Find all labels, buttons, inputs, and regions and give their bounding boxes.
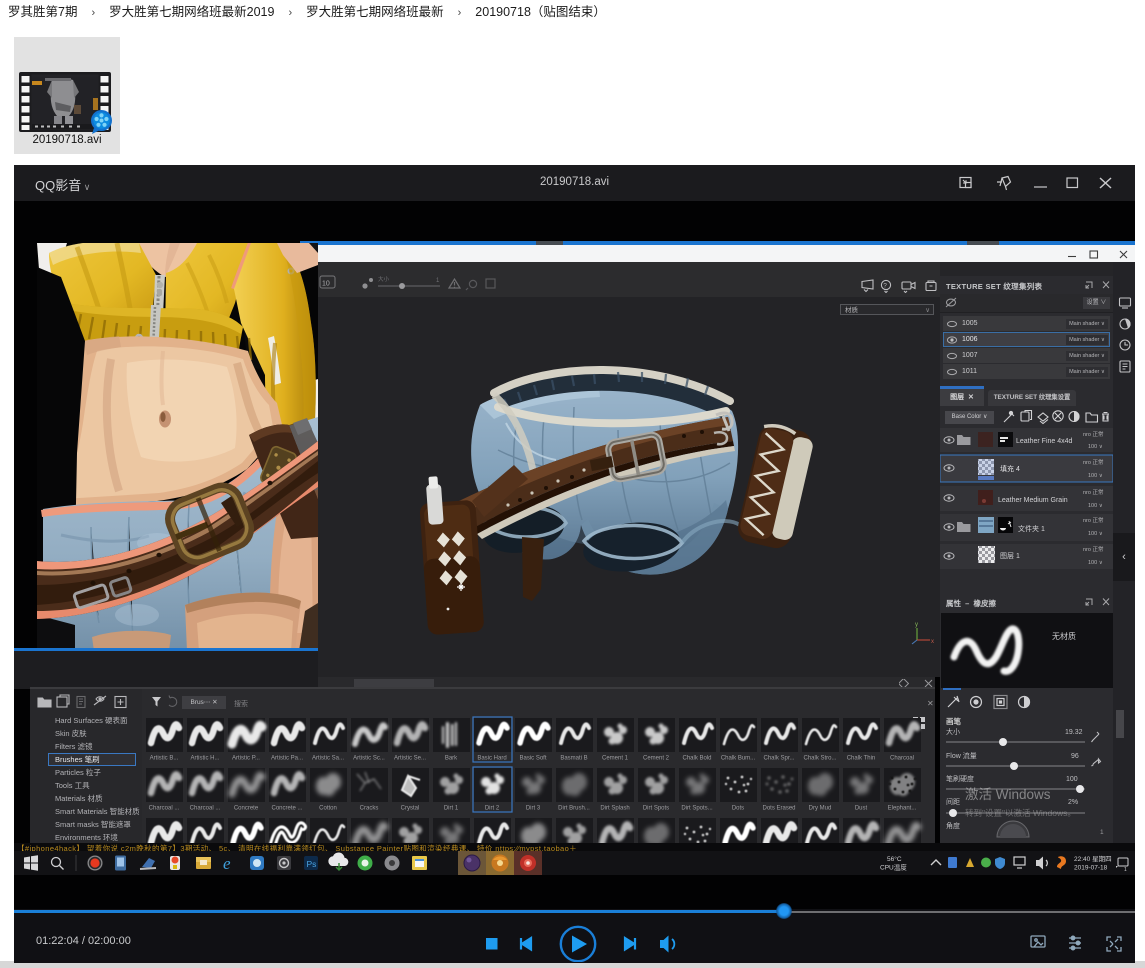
svg-text:Concrete: Concrete bbox=[234, 806, 259, 812]
svg-text:Artistic H...: Artistic H... bbox=[190, 756, 219, 762]
svg-text:Ps: Ps bbox=[307, 859, 317, 869]
svg-text:大小: 大小 bbox=[946, 727, 960, 736]
svg-text:转到"设置"以激活 Windows。: 转到"设置"以激活 Windows。 bbox=[965, 808, 1076, 818]
svg-text:Dirt 3: Dirt 3 bbox=[526, 806, 541, 812]
svg-text:Charcoal ...: Charcoal ... bbox=[190, 806, 221, 812]
svg-text:100 ∨: 100 ∨ bbox=[1088, 531, 1103, 537]
svg-text:100 ∨: 100 ∨ bbox=[1088, 560, 1103, 566]
svg-text:Artistic Sc...: Artistic Sc... bbox=[353, 756, 385, 762]
svg-text:激活 Windows: 激活 Windows bbox=[965, 787, 1051, 802]
svg-text:角度: 角度 bbox=[946, 821, 960, 830]
svg-text:96: 96 bbox=[1071, 753, 1079, 760]
svg-text:1: 1 bbox=[1100, 829, 1104, 836]
svg-text:Artistic Sa...: Artistic Sa... bbox=[312, 756, 344, 762]
svg-text:Cotton: Cotton bbox=[319, 806, 337, 812]
svg-text:nro 正常: nro 正常 bbox=[1083, 545, 1104, 553]
svg-text:19.32: 19.32 bbox=[1065, 729, 1083, 736]
svg-text:100: 100 bbox=[1066, 776, 1078, 783]
svg-text:Artistic B...: Artistic B... bbox=[150, 756, 179, 762]
svg-text:nro 正常: nro 正常 bbox=[1083, 516, 1104, 524]
svg-text:100 ∨: 100 ∨ bbox=[1088, 444, 1103, 450]
svg-text:Cement 1: Cement 1 bbox=[602, 756, 629, 762]
svg-text:间距: 间距 bbox=[946, 798, 960, 806]
svg-text:Cracks: Cracks bbox=[360, 806, 379, 812]
svg-text:1: 1 bbox=[436, 278, 440, 284]
svg-text:nro 正常: nro 正常 bbox=[1083, 430, 1104, 438]
svg-text:Crystal: Crystal bbox=[401, 806, 420, 812]
svg-text:填充 4: 填充 4 bbox=[1000, 464, 1020, 473]
svg-text:Dirt Spots...: Dirt Spots... bbox=[681, 806, 713, 812]
svg-text:Chalk Bold: Chalk Bold bbox=[682, 756, 711, 762]
svg-text:Leather Medium Grain: Leather Medium Grain bbox=[998, 497, 1068, 504]
svg-text:Bark: Bark bbox=[445, 756, 458, 762]
svg-text:Charcoal ...: Charcoal ... bbox=[149, 806, 180, 812]
svg-text:?: ? bbox=[883, 283, 887, 290]
svg-text:Artistic P...: Artistic P... bbox=[232, 756, 260, 762]
svg-text:2%: 2% bbox=[1068, 799, 1078, 806]
svg-text:Elephant...: Elephant... bbox=[888, 806, 917, 812]
svg-text:Charcoal: Charcoal bbox=[890, 756, 914, 762]
svg-text:Dots: Dots bbox=[732, 806, 744, 812]
svg-text:笔刷硬度: 笔刷硬度 bbox=[946, 774, 974, 783]
svg-text:nro 正常: nro 正常 bbox=[1083, 458, 1104, 466]
svg-text:Chalk Thin: Chalk Thin bbox=[847, 756, 876, 762]
svg-text:Basmati B: Basmati B bbox=[560, 756, 587, 762]
svg-text:Dust: Dust bbox=[855, 806, 868, 812]
svg-text:Concrete ...: Concrete ... bbox=[271, 806, 302, 812]
svg-text:56°C: 56°C bbox=[887, 855, 902, 863]
svg-text:Chalk Stro...: Chalk Stro... bbox=[803, 756, 836, 762]
svg-text:10: 10 bbox=[322, 281, 330, 288]
svg-text:2019-07-18: 2019-07-18 bbox=[1074, 865, 1108, 872]
svg-text:Dry Mud: Dry Mud bbox=[809, 806, 832, 812]
svg-text:Dirt Splash: Dirt Splash bbox=[600, 806, 629, 812]
svg-text:Dirt 2: Dirt 2 bbox=[485, 806, 500, 812]
svg-text:Artistic Se...: Artistic Se... bbox=[394, 756, 426, 762]
svg-text:22:40 星期四: 22:40 星期四 bbox=[1074, 855, 1112, 863]
svg-text:Artistic Pa...: Artistic Pa... bbox=[271, 756, 303, 762]
svg-text:Cement 2: Cement 2 bbox=[643, 756, 670, 762]
svg-text:CPU温度: CPU温度 bbox=[880, 863, 907, 872]
svg-text:Basic Soft: Basic Soft bbox=[519, 756, 546, 762]
svg-text:Chalk Spr...: Chalk Spr... bbox=[763, 756, 794, 762]
svg-text:Dirt Spots: Dirt Spots bbox=[643, 806, 669, 812]
svg-text:大小: 大小 bbox=[378, 275, 390, 283]
svg-text:1: 1 bbox=[1124, 867, 1127, 873]
svg-text:y: y bbox=[915, 622, 918, 628]
svg-text:Dots Erased: Dots Erased bbox=[762, 806, 795, 812]
svg-text:Dirt 1: Dirt 1 bbox=[444, 806, 459, 812]
svg-text:x: x bbox=[931, 639, 934, 645]
svg-text:100 ∨: 100 ∨ bbox=[1088, 503, 1103, 509]
svg-text:nro 正常: nro 正常 bbox=[1083, 488, 1104, 496]
svg-text:Basic Hard: Basic Hard bbox=[477, 756, 506, 762]
svg-text:e: e bbox=[223, 854, 231, 873]
svg-text:Flow 流量: Flow 流量 bbox=[946, 751, 977, 760]
svg-text:100 ∨: 100 ∨ bbox=[1088, 473, 1103, 479]
svg-text:Leather Fine 4x4d: Leather Fine 4x4d bbox=[1016, 438, 1073, 445]
svg-text:文件夹 1: 文件夹 1 bbox=[1018, 524, 1045, 533]
svg-text:Chalk Bum...: Chalk Bum... bbox=[721, 756, 756, 762]
svg-text:Dirt Brush...: Dirt Brush... bbox=[558, 806, 590, 812]
svg-text:图层 1: 图层 1 bbox=[1000, 552, 1020, 560]
